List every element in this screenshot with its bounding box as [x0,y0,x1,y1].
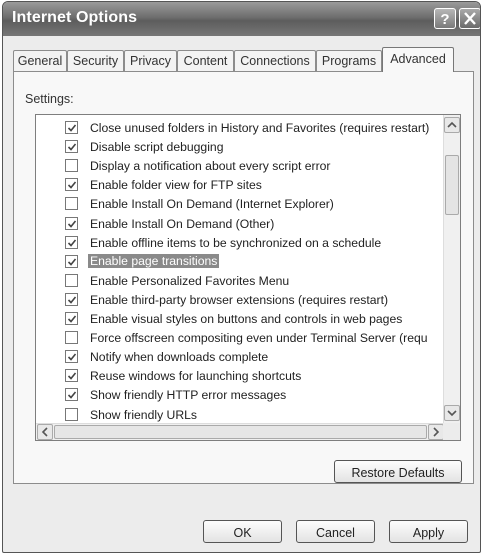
help-button[interactable]: ? [434,8,456,29]
setting-checkbox[interactable] [65,350,78,364]
svg-text:?: ? [440,11,449,28]
setting-label: Enable Install On Demand (Internet Explo… [90,197,334,212]
chevron-up-icon [447,121,457,128]
checkmark-icon [67,315,77,323]
checkmark-icon [67,219,77,228]
tab-general[interactable]: General [13,50,67,71]
checkmark-icon [67,296,77,304]
setting-label: Enable Personalized Favorites Menu [90,273,290,288]
scroll-right-button[interactable] [428,424,444,440]
tab-advanced[interactable]: Advanced [382,47,454,72]
setting-checkbox[interactable] [65,216,78,230]
cancel-button[interactable]: Cancel [296,520,375,543]
tab-privacy[interactable]: Privacy [124,50,177,71]
restore-defaults-button[interactable]: Restore Defaults [334,460,462,483]
setting-label: Disable script debugging [90,140,224,155]
checkmark-icon [67,391,77,400]
setting-item[interactable]: Enable folder view for FTP sites [36,176,445,195]
setting-item[interactable]: Show friendly URLs [36,406,445,425]
setting-item[interactable]: Enable offline items to be synchronized … [36,234,445,253]
scroll-left-button[interactable] [37,424,53,440]
setting-checkbox[interactable] [65,388,78,402]
chevron-left-icon [41,427,48,437]
title-bar[interactable]: Internet Options ? [3,2,480,36]
checkmark-icon [67,258,77,266]
setting-label: Enable folder view for FTP sites [90,178,262,193]
setting-checkbox[interactable] [65,140,78,154]
help-icon: ? [440,11,449,28]
setting-item[interactable]: Notify when downloads complete [36,348,445,367]
settings-list[interactable]: Close unused folders in History and Favo… [35,114,461,441]
chevron-down-icon [447,410,457,417]
tab-content[interactable]: Content [177,50,234,71]
setting-label: Enable Install On Demand (Other) [90,216,275,231]
setting-checkbox[interactable] [65,254,78,268]
setting-checkbox[interactable] [65,407,78,421]
checkmark-icon [67,143,77,151]
checkmark-icon [67,124,77,132]
tab-security[interactable]: Security [67,50,124,71]
checkmark-icon [67,239,77,247]
vertical-scrollbar[interactable] [443,115,460,423]
setting-label: Reuse windows for launching shortcuts [90,369,302,384]
apply-button[interactable]: Apply [389,520,468,543]
setting-checkbox[interactable] [65,292,78,306]
close-button[interactable] [459,8,480,29]
close-icon [464,12,476,25]
setting-item[interactable]: Display a notification about every scrip… [36,157,445,176]
setting-item[interactable]: Disable script debugging [36,138,445,157]
vertical-scroll-thumb[interactable] [445,155,459,215]
scroll-down-button[interactable] [444,405,460,421]
setting-label: Enable visual styles on buttons and cont… [90,312,403,326]
setting-label: Display a notification about every scrip… [90,159,331,174]
setting-checkbox[interactable] [65,331,78,345]
setting-label: Force offscreen compositing even under T… [90,331,428,346]
horizontal-scrollbar[interactable] [36,423,445,440]
horizontal-scroll-thumb[interactable] [54,425,427,439]
tab-connections[interactable]: Connections [234,50,316,71]
setting-item[interactable]: Force offscreen compositing even under T… [36,329,445,348]
checkmark-icon [67,181,77,189]
setting-item[interactable]: Enable Install On Demand (Other) [36,215,445,234]
settings-label: Settings: [25,92,74,106]
setting-checkbox[interactable] [65,273,78,287]
setting-label: Show friendly URLs [90,407,198,422]
tab-programs[interactable]: Programs [316,50,382,71]
checkmark-icon [67,372,77,380]
setting-checkbox[interactable] [65,121,78,134]
setting-checkbox[interactable] [65,369,78,383]
setting-item[interactable]: Enable Install On Demand (Internet Explo… [36,195,445,214]
setting-label: Close unused folders in History and Favo… [90,121,430,135]
window-title: Internet Options [12,9,138,26]
setting-label: Enable offline items to be synchronized … [90,235,382,250]
setting-label: Show friendly HTTP error messages [90,388,287,403]
setting-checkbox[interactable] [65,178,78,192]
setting-item[interactable]: Show friendly HTTP error messages [36,386,445,405]
setting-checkbox[interactable] [65,197,78,211]
setting-label: Notify when downloads complete [90,350,269,365]
setting-item[interactable]: Reuse windows for launching shortcuts [36,367,445,386]
setting-item[interactable]: Enable visual styles on buttons and cont… [36,310,445,329]
setting-item[interactable]: Enable third-party browser extensions (r… [36,291,445,310]
chevron-right-icon [433,427,440,437]
setting-checkbox[interactable] [65,235,78,249]
setting-item[interactable]: Close unused folders in History and Favo… [36,119,445,138]
setting-item[interactable]: Enable page transitions [36,253,445,272]
setting-checkbox[interactable] [65,159,78,173]
internet-options-dialog: Internet Options ? General Security Priv… [2,1,481,553]
checkmark-icon [67,353,77,361]
setting-label: Enable third-party browser extensions (r… [90,292,389,307]
setting-item[interactable]: Enable Personalized Favorites Menu [36,272,445,291]
scrollbar-corner [443,423,460,440]
setting-checkbox[interactable] [65,312,78,325]
setting-label: Enable page transitions [88,253,220,268]
scroll-up-button[interactable] [444,117,460,133]
ok-button[interactable]: OK [203,520,282,543]
